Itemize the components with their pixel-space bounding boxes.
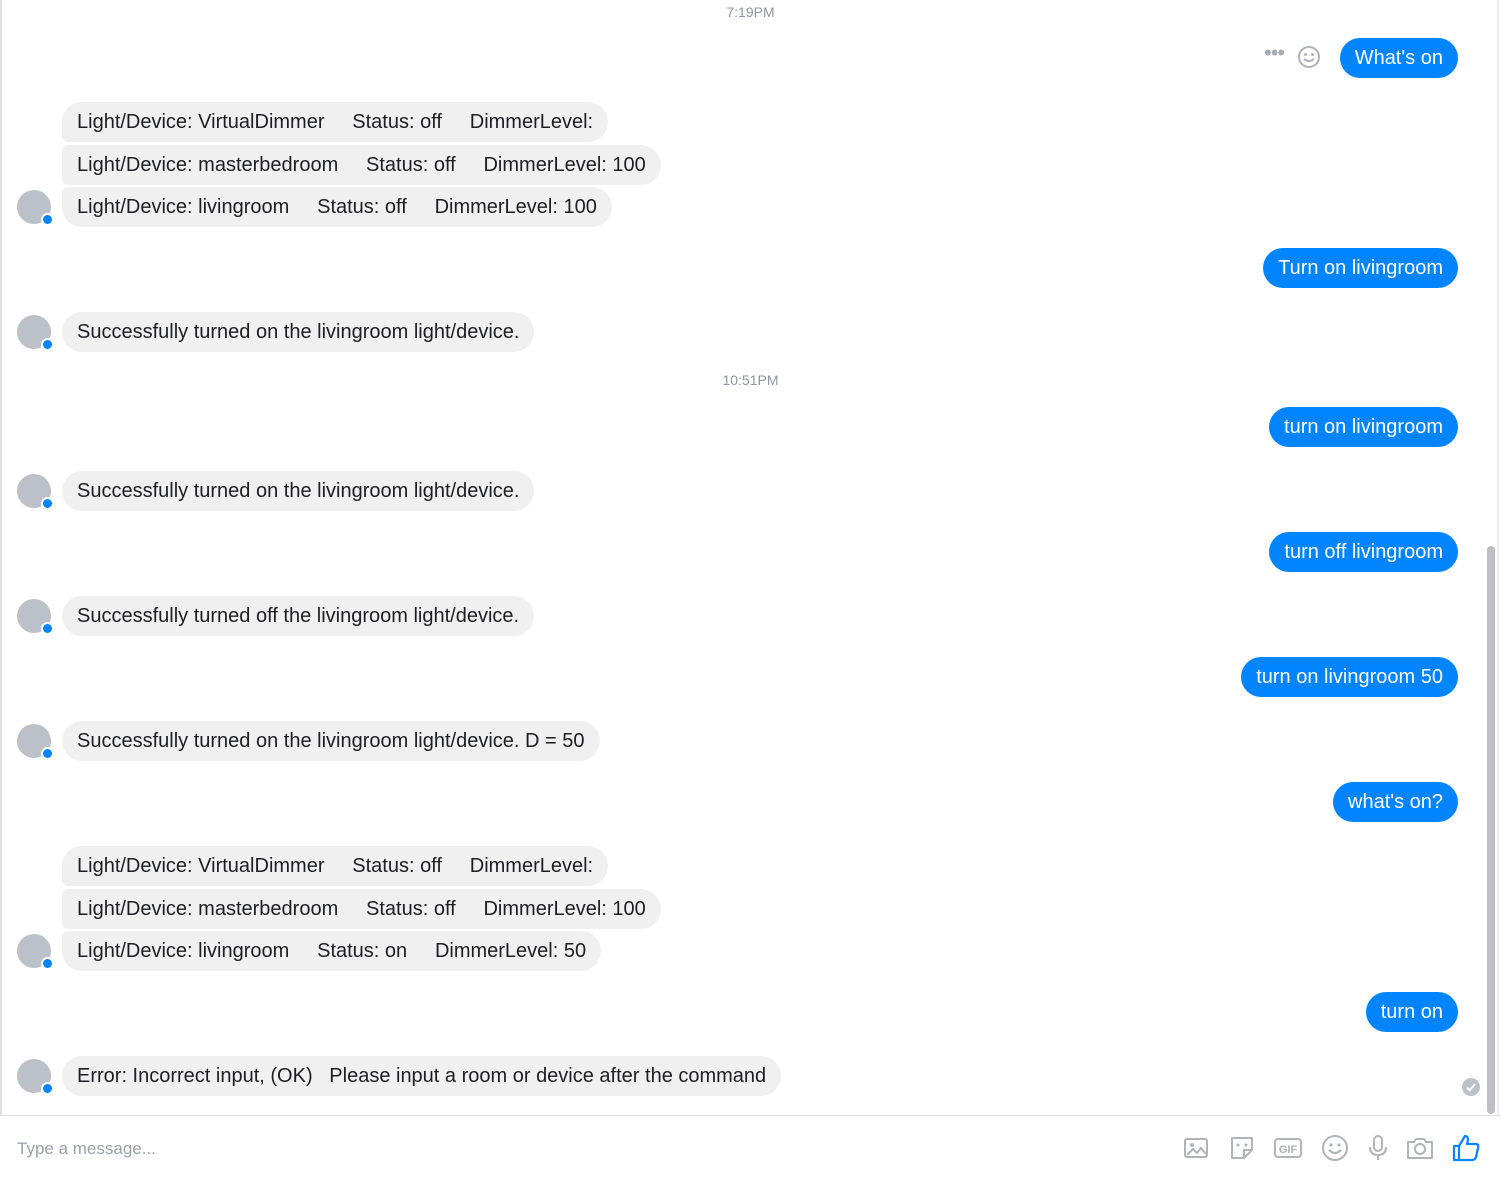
gif-label: GIF bbox=[1279, 1144, 1298, 1156]
incoming-message[interactable]: Light/Device: livingroom Status: on Dimm… bbox=[62, 931, 602, 971]
camera-icon[interactable] bbox=[1404, 1132, 1436, 1164]
emoji-icon[interactable] bbox=[1319, 1132, 1351, 1164]
incoming-message[interactable]: Successfully turned on the livingroom li… bbox=[62, 721, 600, 761]
messenger-badge-icon bbox=[41, 338, 54, 351]
messenger-badge-icon bbox=[41, 213, 54, 226]
microphone-icon[interactable] bbox=[1362, 1132, 1394, 1164]
messenger-badge-icon bbox=[41, 497, 54, 510]
outgoing-message[interactable]: turn on bbox=[1365, 992, 1458, 1032]
incoming-message[interactable]: Light/Device: VirtualDimmer Status: off … bbox=[62, 102, 609, 142]
bot-avatar[interactable] bbox=[17, 934, 54, 970]
incoming-message[interactable]: Light/Device: VirtualDimmer Status: off … bbox=[62, 846, 609, 886]
bot-avatar[interactable] bbox=[17, 724, 54, 760]
messenger-badge-icon bbox=[41, 747, 54, 760]
outgoing-message[interactable]: turn on livingroom 50 bbox=[1241, 657, 1458, 697]
incoming-message[interactable]: Light/Device: masterbedroom Status: off … bbox=[62, 145, 661, 185]
message-input[interactable] bbox=[17, 1136, 1117, 1162]
seen-indicator-icon bbox=[1462, 1078, 1480, 1096]
incoming-message[interactable]: Successfully turned on the livingroom li… bbox=[62, 471, 535, 511]
messenger-badge-icon bbox=[41, 1082, 54, 1095]
bot-avatar[interactable] bbox=[17, 599, 54, 635]
messenger-conversation: 7:19PM ••• What's on Light/Device: Virtu… bbox=[0, 0, 1501, 1178]
outgoing-message[interactable]: Turn on livingroom bbox=[1263, 248, 1458, 288]
more-options-icon[interactable]: ••• bbox=[1264, 42, 1290, 68]
bot-avatar[interactable] bbox=[17, 315, 54, 351]
message-composer: GIF bbox=[0, 1115, 1501, 1178]
image-icon[interactable] bbox=[1180, 1132, 1212, 1164]
outgoing-message[interactable]: turn on livingroom bbox=[1269, 407, 1458, 447]
messenger-badge-icon bbox=[41, 622, 54, 635]
outgoing-message[interactable]: What's on bbox=[1339, 38, 1458, 78]
like-icon[interactable] bbox=[1450, 1132, 1482, 1164]
gif-icon[interactable]: GIF bbox=[1272, 1132, 1304, 1164]
bot-avatar[interactable] bbox=[17, 1059, 54, 1095]
scrollbar-thumb[interactable] bbox=[1487, 546, 1495, 1114]
sticker-icon[interactable] bbox=[1226, 1132, 1258, 1164]
outgoing-message[interactable]: turn off livingroom bbox=[1269, 532, 1458, 572]
outgoing-message[interactable]: what's on? bbox=[1333, 782, 1458, 822]
reaction-icon[interactable] bbox=[1296, 44, 1322, 70]
messenger-badge-icon bbox=[41, 957, 54, 970]
bot-avatar[interactable] bbox=[17, 474, 54, 510]
incoming-message[interactable]: Successfully turned off the livingroom l… bbox=[62, 596, 535, 636]
incoming-message[interactable]: Error: Incorrect input, (OK) Please inpu… bbox=[62, 1056, 782, 1096]
incoming-message[interactable]: Light/Device: masterbedroom Status: off … bbox=[62, 889, 661, 929]
timestamp: 10:51PM bbox=[722, 372, 779, 388]
message-thread[interactable]: 7:19PM ••• What's on Light/Device: Virtu… bbox=[0, 0, 1501, 1115]
incoming-message[interactable]: Successfully turned on the livingroom li… bbox=[62, 312, 535, 352]
timestamp: 7:19PM bbox=[726, 4, 775, 20]
incoming-message[interactable]: Light/Device: livingroom Status: off Dim… bbox=[62, 187, 612, 227]
bot-avatar[interactable] bbox=[17, 190, 54, 226]
